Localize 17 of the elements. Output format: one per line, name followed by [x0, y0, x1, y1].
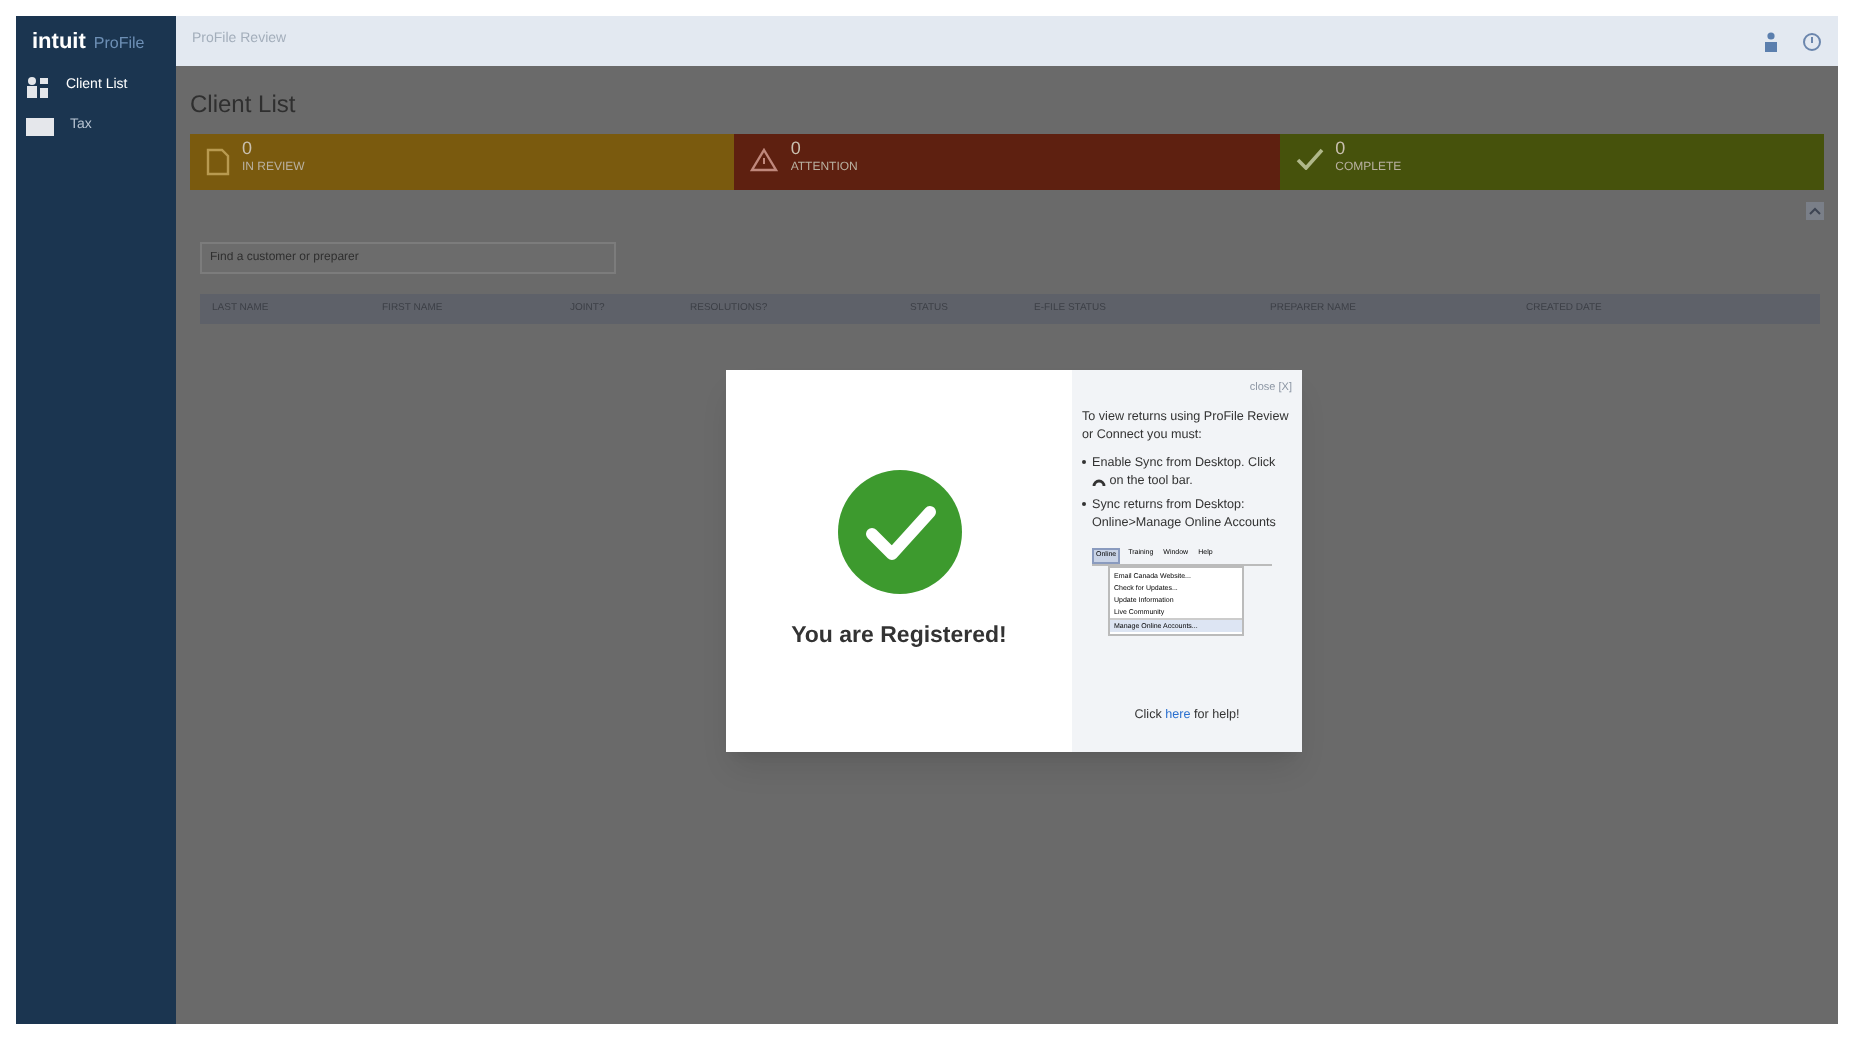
document-icon [206, 148, 230, 176]
registered-message: You are Registered! [791, 621, 1007, 652]
warning-icon [750, 148, 779, 172]
collapse-icon[interactable] [1806, 202, 1824, 220]
people-icon [26, 75, 50, 97]
product-name: ProFile [93, 32, 145, 56]
status-count: 0 [242, 140, 255, 158]
brand-logo: intuit [32, 28, 86, 58]
check-icon [1295, 148, 1324, 170]
folder-icon [26, 117, 54, 135]
status-count: 0 [1335, 140, 1348, 158]
power-icon[interactable] [1802, 31, 1822, 51]
user-icon[interactable] [1764, 31, 1778, 51]
status-count: 0 [790, 140, 803, 158]
success-check-icon [835, 467, 963, 596]
page-title: Client List [190, 88, 298, 122]
sync-icon [1092, 476, 1106, 487]
